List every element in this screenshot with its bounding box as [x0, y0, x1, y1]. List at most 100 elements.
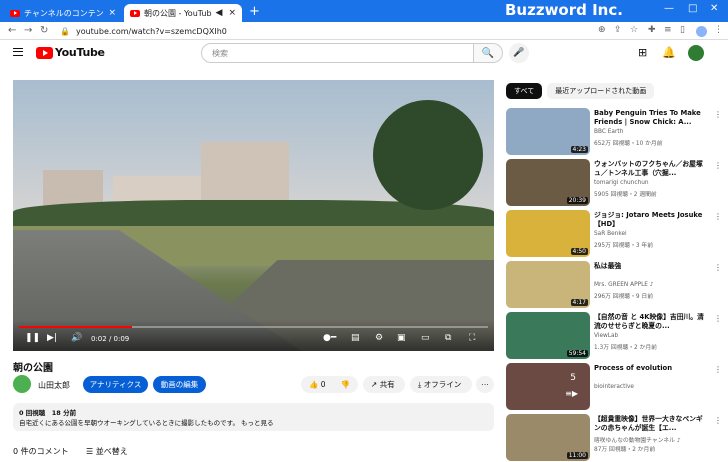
recommended-channel: Mrs. GREEN APPLE ♪: [594, 282, 654, 288]
brand-watermark: Buzzword Inc.: [505, 1, 623, 19]
video-thumbnail[interactable]: 4:23: [506, 108, 590, 155]
duration-badge: 20:39: [566, 197, 588, 204]
recommended-video[interactable]: 4:50 ジョジョ: Jotaro Meets Josuke 【HD】 SaR Be…: [506, 210, 722, 258]
maximize-icon[interactable]: □: [688, 3, 697, 14]
progress-bar[interactable]: [19, 326, 488, 328]
back-icon[interactable]: ←: [8, 25, 16, 36]
youtube-header: YouTube 検索 🔍 🎤 ⊞ 🔔: [0, 40, 728, 68]
recommended-video[interactable]: 11:00 【超貴重映像】世界一大きなペンギンの赤ちゃんが誕生【エ... 喀咲ゆんな…: [506, 414, 722, 462]
chip-all[interactable]: すべて: [506, 83, 543, 99]
close-tab-icon[interactable]: ×: [108, 8, 116, 18]
install-icon[interactable]: ⊕: [598, 25, 606, 35]
filter-chips: すべて 最近アップロードされた動画: [506, 83, 655, 99]
recommended-stats: 295万 回視聴・3 年前: [594, 243, 654, 249]
edit-video-button[interactable]: 動画の編集: [153, 376, 206, 393]
chip-recent-uploads[interactable]: 最近アップロードされた動画: [547, 83, 655, 99]
dislike-button[interactable]: 👎: [341, 380, 350, 389]
hamburger-menu-icon[interactable]: [13, 48, 23, 56]
recommended-video[interactable]: 4:23 Baby Penguin Tries To Make Friends |…: [506, 108, 722, 156]
theater-mode-icon[interactable]: ▭: [421, 333, 430, 343]
profile-avatar[interactable]: [696, 26, 707, 37]
logo-text: YouTube: [55, 46, 105, 59]
video-player[interactable]: ❚❚ ▶| 🔊 0:02 / 0:09 ●━ ▤ ⚙ ▣ ▭ ⧉ ⛶: [13, 80, 494, 351]
description-box[interactable]: 0 回視聴 18 分前 自宅近くにある公園を早朝ウオーキングしているときに撮影し…: [13, 403, 494, 431]
more-actions-button[interactable]: ⋯: [476, 376, 494, 393]
video-thumbnail[interactable]: 4:50: [506, 210, 590, 257]
playlist-icon: ≡▶: [565, 389, 578, 398]
recommended-video[interactable]: 5 ≡▶ Process of evolution biointeractive ⋮: [506, 363, 722, 411]
create-video-icon[interactable]: ⊞: [638, 46, 647, 59]
recommended-title: Process of evolution: [594, 364, 673, 372]
sidepanel-icon[interactable]: ▯: [680, 25, 685, 35]
cast-icon[interactable]: ⧉: [445, 333, 451, 343]
bookmark-star-icon[interactable]: ☆: [630, 25, 638, 35]
video-thumbnail[interactable]: 20:39: [506, 159, 590, 206]
recommended-channel: SaR Benkei: [594, 231, 627, 237]
video-thumbnail[interactable]: 4:17: [506, 261, 590, 308]
duration-badge: 4:17: [570, 299, 588, 306]
search-button[interactable]: 🔍: [474, 43, 503, 63]
autoplay-toggle-icon[interactable]: ●━: [323, 333, 336, 343]
close-tab-icon[interactable]: ×: [228, 8, 236, 18]
video-thumbnail[interactable]: 59:54: [506, 312, 590, 359]
more-vertical-icon[interactable]: ⋮: [714, 263, 722, 272]
audio-icon[interactable]: ◀: [216, 8, 223, 18]
recommended-video[interactable]: 20:39 ウォンバットのフクちゃん／お屋塚 ュ／トンネル工事（穴掘... toma…: [506, 159, 722, 207]
url-field[interactable]: 🔒 youtube.com/watch?v=szemcDQXIh0: [60, 24, 590, 38]
share-icon[interactable]: ⇪: [614, 25, 622, 35]
voice-search-button[interactable]: 🎤: [509, 43, 529, 63]
more-vertical-icon[interactable]: ⋮: [714, 212, 722, 221]
sort-label: 並べ替え: [95, 447, 128, 456]
account-avatar[interactable]: [688, 45, 704, 61]
fullscreen-icon[interactable]: ⛶: [469, 333, 475, 343]
analytics-button[interactable]: アナリティクス: [83, 376, 148, 393]
volume-icon[interactable]: 🔊: [71, 333, 82, 343]
video-thumbnail[interactable]: 11:00: [506, 414, 590, 461]
notifications-bell-icon[interactable]: 🔔: [662, 46, 676, 59]
progress-fill: [19, 326, 132, 328]
minimize-icon[interactable]: —: [664, 3, 674, 14]
search-input[interactable]: 検索: [201, 43, 474, 63]
tab-video[interactable]: 朝の公園 - YouTube ◀ ×: [124, 4, 242, 22]
recommended-channel: biointeractive: [594, 384, 634, 390]
more-vertical-icon[interactable]: ⋮: [714, 161, 722, 170]
share-label: 共有: [379, 380, 395, 389]
video-thumbnail[interactable]: 5 ≡▶: [506, 363, 590, 410]
mic-icon: 🎤: [513, 48, 525, 58]
reading-list-icon[interactable]: ≡: [664, 25, 672, 35]
playlist-count: 5: [570, 373, 576, 383]
subtitles-icon[interactable]: ▤: [351, 333, 360, 343]
like-button[interactable]: 👍 0: [309, 380, 326, 389]
forward-icon[interactable]: →: [24, 25, 32, 36]
sort-button[interactable]: ☰ 並べ替え: [86, 446, 128, 457]
close-window-icon[interactable]: ✕: [710, 3, 718, 14]
settings-gear-icon[interactable]: ⚙: [375, 333, 383, 343]
channel-name[interactable]: 山田太郎: [38, 380, 70, 391]
recommended-title: Baby Penguin Tries To Make Friends | Sno…: [594, 109, 701, 126]
recommended-title: ジョジョ: Jotaro Meets Josuke 【HD】: [594, 211, 703, 228]
more-vertical-icon[interactable]: ⋮: [714, 365, 722, 374]
recommended-title: 私は最強: [594, 262, 622, 270]
recommended-video[interactable]: 4:17 私は最強 Mrs. GREEN APPLE ♪ 296万 回視聴・9 日前 ⋮: [506, 261, 722, 309]
offline-label: オフライン: [423, 380, 462, 389]
next-icon[interactable]: ▶|: [47, 333, 57, 343]
youtube-logo[interactable]: YouTube: [36, 46, 105, 59]
new-tab-button[interactable]: +: [249, 4, 260, 19]
channel-avatar[interactable]: [13, 375, 31, 393]
menu-kebab-icon[interactable]: ⋮: [714, 25, 723, 35]
more-vertical-icon[interactable]: ⋮: [714, 314, 722, 323]
recommended-stats: 1.3万 回視聴・2 か月前: [594, 345, 657, 351]
recommended-title: 【超貴重映像】世界一大きなペンギンの赤ちゃんが誕生【エ...: [594, 415, 703, 432]
more-vertical-icon[interactable]: ⋮: [714, 110, 722, 119]
more-vertical-icon[interactable]: ⋮: [714, 416, 722, 425]
tab-studio[interactable]: チャンネルのコンテンツ - YouTube Studio ×: [4, 4, 122, 22]
extensions-icon[interactable]: ✚: [648, 25, 656, 35]
offline-button[interactable]: ⤓ オフライン: [410, 376, 472, 393]
recommended-video[interactable]: 59:54 【自然の音 と 4K映像】吉田川。清流のせせらぎと晩夏の... View…: [506, 312, 722, 360]
pause-icon[interactable]: ❚❚: [25, 333, 40, 343]
share-button[interactable]: ↗ 共有: [363, 376, 405, 393]
reload-icon[interactable]: ↻: [40, 25, 48, 36]
miniplayer-icon[interactable]: ▣: [397, 333, 406, 343]
share-arrow-icon: ↗: [371, 380, 378, 389]
recommended-stats: 652万 回視聴・10 か月前: [594, 141, 663, 147]
